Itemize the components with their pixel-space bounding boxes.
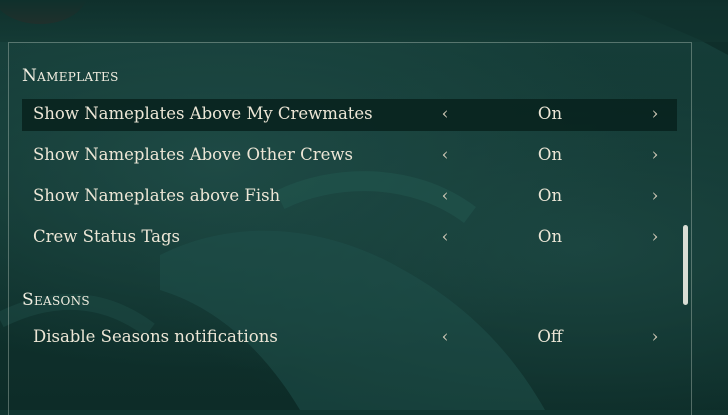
chevron-right-icon[interactable]: › (647, 145, 663, 165)
section-title-seasons: Seasons (22, 290, 90, 310)
setting-label: Show Nameplates Above My Crewmates (33, 104, 373, 123)
setting-value: On (537, 227, 563, 246)
chevron-right-icon[interactable]: › (647, 327, 663, 347)
setting-row-fish-nameplates[interactable]: Show Nameplates above Fish ‹ On › (22, 181, 677, 213)
chevron-right-icon[interactable]: › (647, 104, 663, 124)
setting-row-crew-status-tags[interactable]: Crew Status Tags ‹ On › (22, 222, 677, 254)
chevron-right-icon[interactable]: › (647, 186, 663, 206)
setting-row-other-crews-nameplates[interactable]: Show Nameplates Above Other Crews ‹ On › (22, 140, 677, 172)
scrollbar-thumb[interactable] (683, 225, 688, 305)
setting-value: On (537, 186, 563, 205)
setting-value: Off (537, 327, 563, 346)
setting-row-disable-seasons-notifications[interactable]: Disable Seasons notifications ‹ Off › (22, 322, 677, 354)
setting-value: On (537, 145, 563, 164)
setting-label: Crew Status Tags (33, 227, 180, 246)
chevron-left-icon[interactable]: ‹ (437, 145, 453, 165)
setting-label: Disable Seasons notifications (33, 327, 278, 346)
setting-label: Show Nameplates above Fish (33, 186, 281, 205)
chevron-left-icon[interactable]: ‹ (437, 327, 453, 347)
setting-value: On (537, 104, 563, 123)
chevron-right-icon[interactable]: › (647, 227, 663, 247)
section-title-nameplates: Nameplates (22, 66, 119, 86)
setting-label: Show Nameplates Above Other Crews (33, 145, 353, 164)
chevron-left-icon[interactable]: ‹ (437, 227, 453, 247)
chevron-left-icon[interactable]: ‹ (437, 104, 453, 124)
top-fade (0, 0, 728, 42)
chevron-left-icon[interactable]: ‹ (437, 186, 453, 206)
setting-row-crewmates-nameplates[interactable]: Show Nameplates Above My Crewmates ‹ On … (22, 99, 677, 131)
